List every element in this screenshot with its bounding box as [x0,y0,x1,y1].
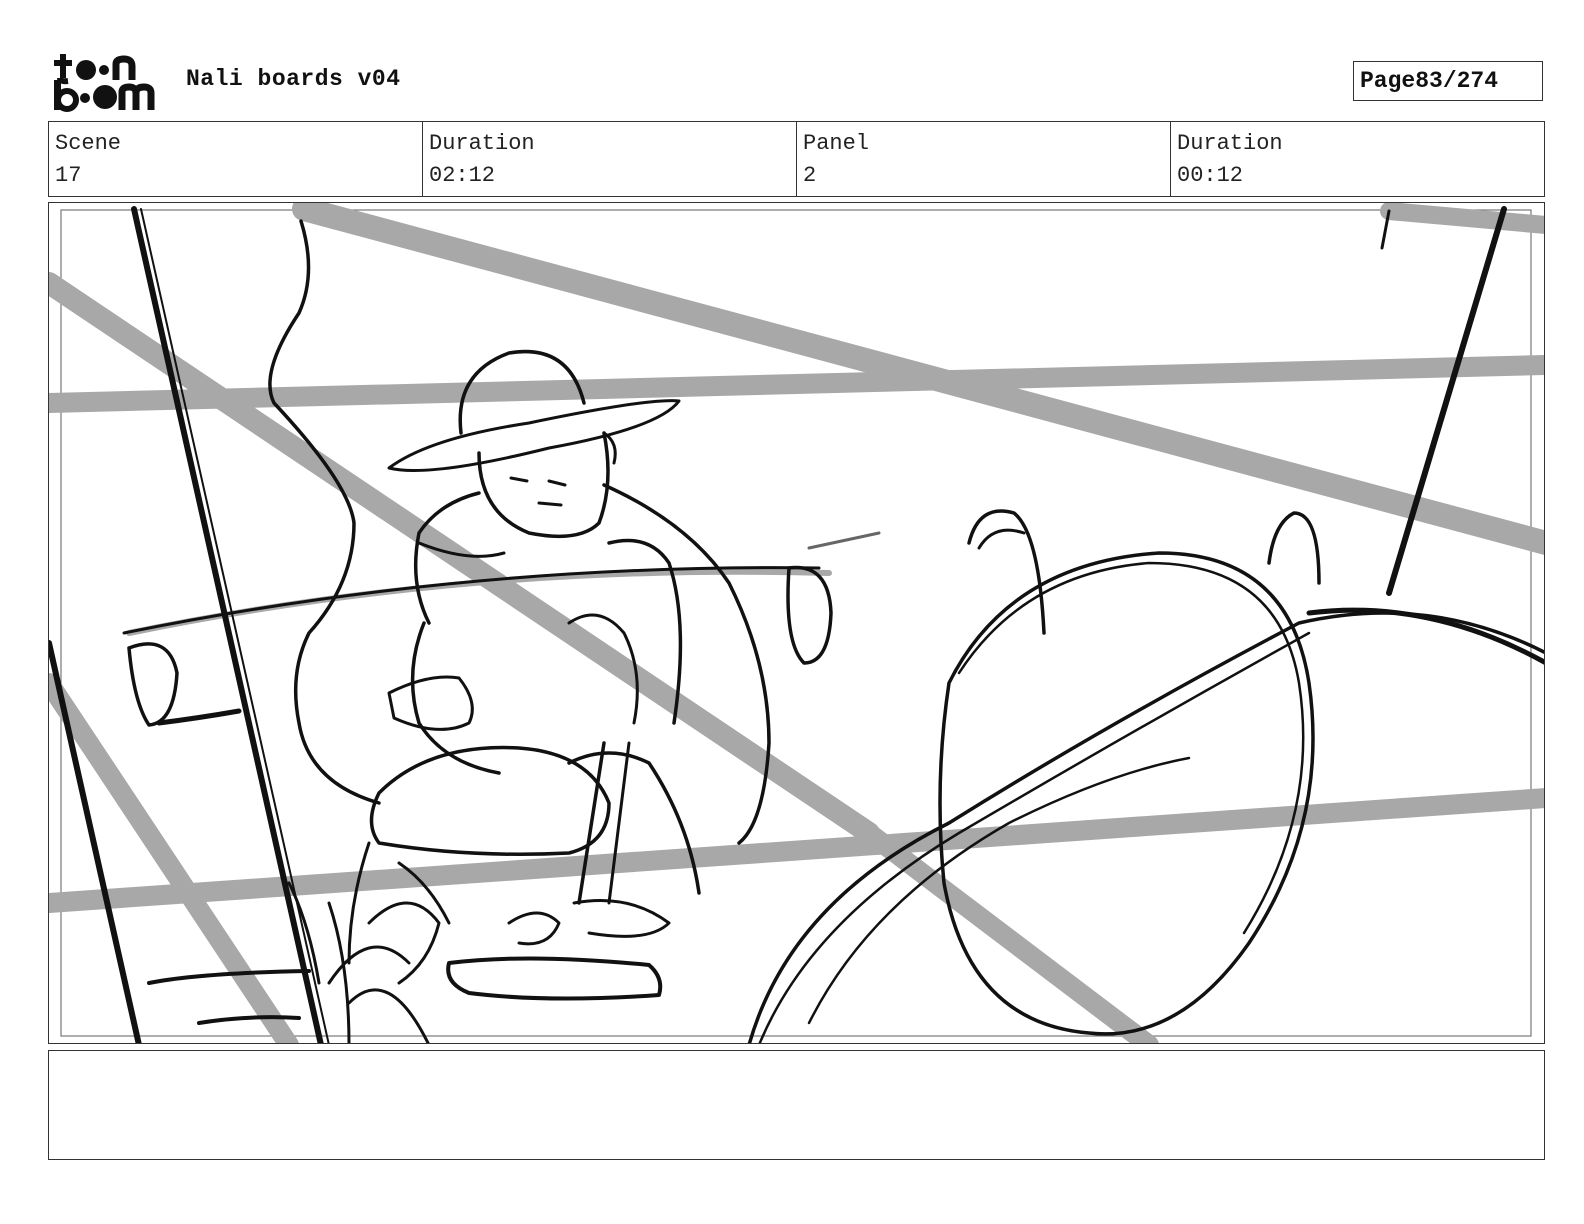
panel-duration-label: Duration [1177,131,1283,156]
panel-duration-cell: Duration 00:12 [1171,122,1544,196]
scene-cell: Scene 17 [49,122,423,196]
logo-mark [54,54,155,112]
scene-duration-value: 02:12 [429,163,496,188]
scene-duration-label: Duration [429,131,535,156]
panel-sketch [49,203,1544,1043]
scene-value: 17 [55,163,82,188]
scene-duration-cell: Duration 02:12 [423,122,797,196]
panel-notes[interactable] [48,1050,1545,1160]
toonboom-logo [50,50,168,114]
page-label: Page [1360,68,1416,94]
panel-label: Panel [803,131,870,156]
panel-cell: Panel 2 [797,122,1171,196]
document-title: Nali boards v04 [186,66,401,92]
panel-value: 2 [803,163,817,188]
page-indicator: Page 83/274 [1353,61,1543,101]
storyboard-panel [48,202,1545,1044]
scene-info-table: Scene 17 Duration 02:12 Panel 2 Duration… [48,121,1545,197]
page-value: 83/274 [1415,68,1499,94]
scene-label: Scene [55,131,122,156]
panel-duration-value: 00:12 [1177,163,1244,188]
perspective-guides [49,203,1544,1043]
